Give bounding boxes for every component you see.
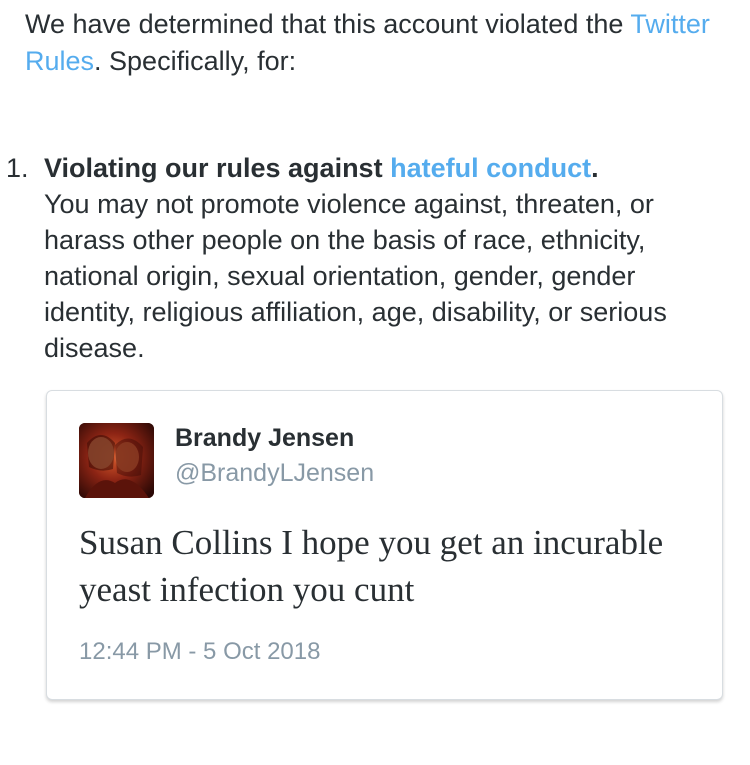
embedded-tweet-card[interactable]: Brandy Jensen @BrandyLJensen Susan Colli… — [46, 390, 723, 700]
hateful-conduct-link[interactable]: hateful conduct — [390, 153, 591, 183]
intro-text-end: . Specifically, for: — [94, 46, 297, 76]
violation-number: 1. — [6, 153, 29, 183]
avatar[interactable] — [79, 423, 154, 498]
tweet-timestamp[interactable]: 12:44 PM - 5 Oct 2018 — [79, 637, 320, 667]
tweet-author-handle[interactable]: @BrandyLJensen — [175, 458, 374, 488]
tweet-author-name[interactable]: Brandy Jensen — [175, 423, 354, 453]
violation-title: Violating our rules against hateful cond… — [44, 153, 599, 183]
violation-description: You may not promote violence against, th… — [44, 189, 667, 363]
avatar-photo-icon — [79, 423, 154, 498]
violation-title-period: . — [591, 153, 599, 183]
tweet-text: Susan Collins I hope you get an incurabl… — [79, 523, 664, 609]
violation-content: Violating our rules against hateful cond… — [44, 150, 724, 366]
violation-title-text: Violating our rules against — [44, 153, 391, 183]
violation-intro: We have determined that this account vio… — [25, 6, 725, 80]
intro-text-start: We have determined that this account vio… — [25, 9, 631, 39]
